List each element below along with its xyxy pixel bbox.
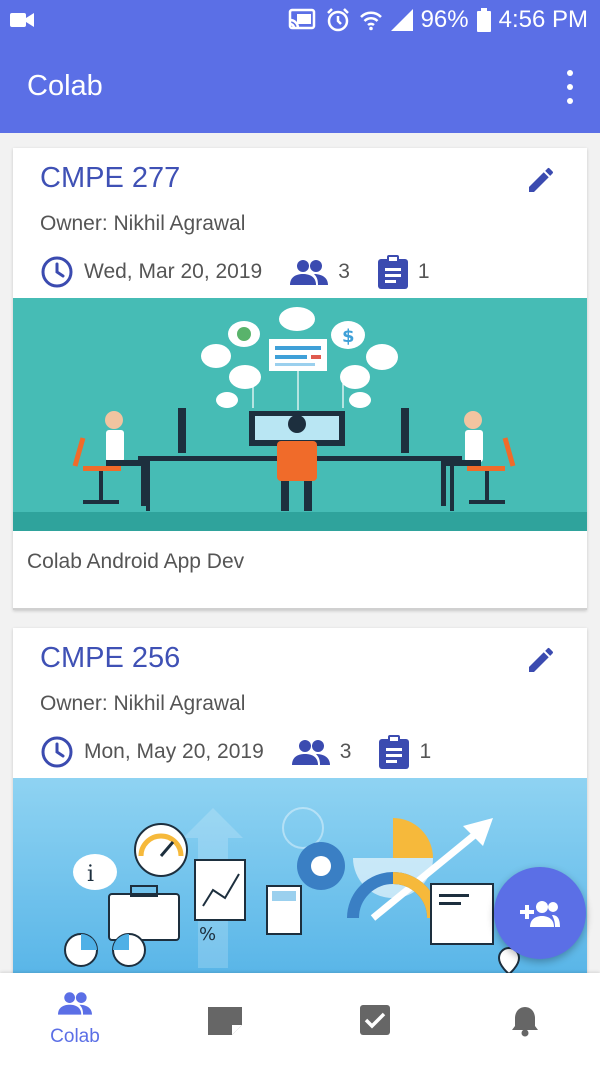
svg-text:%: % xyxy=(199,924,216,945)
card-image: i % xyxy=(13,778,587,973)
nav-item-tasks[interactable] xyxy=(300,973,450,1067)
members-count: 3 xyxy=(338,260,350,283)
members-icon xyxy=(290,259,329,285)
card-image: $ xyxy=(13,298,587,531)
overflow-menu-icon[interactable] xyxy=(560,70,580,104)
note-icon xyxy=(208,1007,242,1040)
tasks-icon xyxy=(377,255,408,289)
colab-list[interactable]: CMPE 277 Owner: Nikhil Agrawal Wed, Mar … xyxy=(0,133,600,973)
card-title: CMPE 277 xyxy=(40,162,181,194)
clock-icon xyxy=(40,255,74,289)
svg-text:i: i xyxy=(87,862,94,887)
card-owner: Owner: Nikhil Agrawal xyxy=(40,212,246,235)
card-divider xyxy=(13,608,587,610)
members-count: 3 xyxy=(339,740,352,763)
tasks-count: 1 xyxy=(417,260,430,283)
nav-item-colab[interactable]: Colab xyxy=(0,973,150,1067)
clock-time: 4:56 PM xyxy=(498,6,588,33)
battery-text: 96% xyxy=(420,6,469,33)
check-box-icon xyxy=(360,1005,390,1040)
nav-label-colab: Colab xyxy=(50,1026,100,1047)
wifi-icon xyxy=(359,8,383,32)
edit-icon[interactable] xyxy=(525,164,557,196)
members-icon xyxy=(291,739,330,765)
cast-icon xyxy=(287,8,317,32)
colab-card[interactable]: CMPE 277 Owner: Nikhil Agrawal Wed, Mar … xyxy=(13,148,587,610)
battery-icon xyxy=(476,8,491,32)
bell-icon xyxy=(511,1005,539,1042)
card-title: CMPE 256 xyxy=(40,642,181,674)
app-bar: Colab xyxy=(0,42,600,133)
tasks-icon xyxy=(379,735,410,769)
app-title: Colab xyxy=(27,70,103,102)
alarm-icon xyxy=(325,7,351,33)
group-add-icon xyxy=(520,901,560,927)
card-meta: Wed, Mar 20, 2019 3 1 xyxy=(40,254,430,290)
video-camera-icon xyxy=(10,11,34,34)
svg-text:$: $ xyxy=(342,326,355,347)
add-group-fab[interactable] xyxy=(494,867,586,959)
signal-icon xyxy=(390,9,413,31)
card-meta: Mon, May 20, 2019 3 1 xyxy=(40,734,431,770)
people-icon xyxy=(58,991,92,1020)
status-icons: 96% 4:56 PM xyxy=(287,6,588,34)
nav-item-notes[interactable] xyxy=(150,973,300,1067)
card-owner: Owner: Nikhil Agrawal xyxy=(40,692,246,715)
card-date: Mon, May 20, 2019 xyxy=(84,740,264,763)
card-description: Colab Android App Dev xyxy=(27,550,245,573)
clock-icon xyxy=(40,735,74,769)
card-date: Wed, Mar 20, 2019 xyxy=(84,260,263,283)
edit-icon[interactable] xyxy=(525,644,557,676)
nav-item-notifications[interactable] xyxy=(450,973,600,1067)
bottom-navigation: Colab xyxy=(0,973,600,1067)
status-bar: 96% 4:56 PM xyxy=(0,0,600,42)
tasks-count: 1 xyxy=(419,740,432,763)
